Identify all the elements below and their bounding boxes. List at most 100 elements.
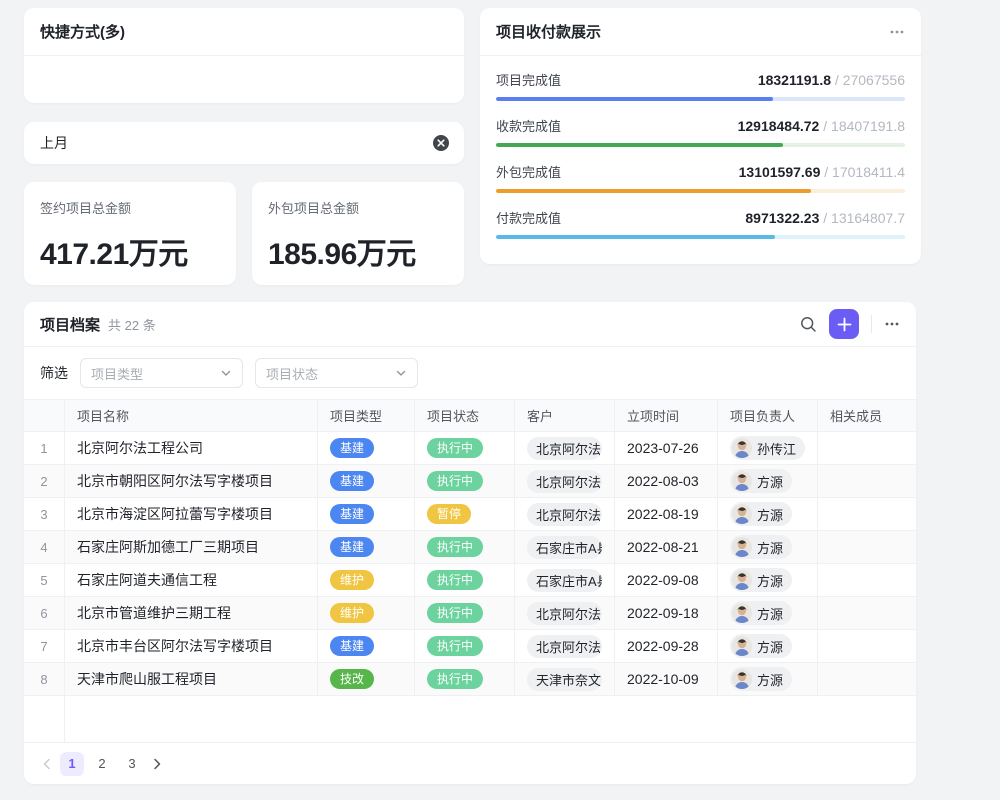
cell-project-status[interactable]: 执行中 <box>415 531 515 564</box>
cell-customer[interactable]: 天津市奈文摩 <box>515 663 615 696</box>
cell-project-status[interactable]: 执行中 <box>415 630 515 663</box>
chevron-left-icon[interactable] <box>40 757 54 771</box>
avatar <box>732 504 752 524</box>
ellipsis-icon[interactable] <box>884 316 900 332</box>
cell-project-name[interactable]: 北京市丰台区阿尔法写字楼项目 <box>65 630 318 663</box>
cell-project-type[interactable]: 技改 <box>318 663 415 696</box>
column-header-status[interactable]: 项目状态 <box>415 400 515 432</box>
cell-project-name[interactable]: 石家庄阿斯加德工厂三期项目 <box>65 531 318 564</box>
table-row[interactable]: 3 北京市海淀区阿拉蕾写字楼项目 基建 暂停 北京阿尔法工 2022-08-19… <box>24 498 916 531</box>
column-header-name[interactable]: 项目名称 <box>65 400 318 432</box>
add-record-button[interactable] <box>829 309 859 339</box>
cell-owner[interactable]: 方源 <box>718 630 818 663</box>
avatar <box>732 636 752 656</box>
table-row[interactable]: 7 北京市丰台区阿尔法写字楼项目 基建 执行中 北京阿尔法工 2022-09-2… <box>24 630 916 663</box>
cell-project-type[interactable]: 基建 <box>318 465 415 498</box>
type-badge: 维护 <box>330 603 374 623</box>
cell-date[interactable]: 2022-08-19 <box>615 498 718 531</box>
cell-project-type[interactable]: 维护 <box>318 597 415 630</box>
cell-date[interactable]: 2022-08-03 <box>615 465 718 498</box>
cell-owner[interactable]: 方源 <box>718 498 818 531</box>
table-row[interactable]: 2 北京市朝阳区阿尔法写字楼项目 基建 执行中 北京阿尔法工 2022-08-0… <box>24 465 916 498</box>
chevron-down-icon <box>395 367 407 379</box>
close-circle-icon[interactable] <box>432 134 450 152</box>
cell-project-name[interactable]: 北京市朝阳区阿尔法写字楼项目 <box>65 465 318 498</box>
cell-customer[interactable]: 北京阿尔法工 <box>515 498 615 531</box>
owner-pill: 方源 <box>730 634 792 658</box>
cell-project-status[interactable]: 执行中 <box>415 663 515 696</box>
ellipsis-icon[interactable] <box>889 24 905 40</box>
customer-pill: 石家庄市A县 <box>527 569 602 592</box>
cell-owner[interactable]: 方源 <box>718 597 818 630</box>
avatar <box>732 603 752 623</box>
cell-customer[interactable]: 石家庄市A县 <box>515 564 615 597</box>
cell-owner[interactable]: 方源 <box>718 465 818 498</box>
cell-date[interactable]: 2022-10-09 <box>615 663 718 696</box>
column-header-owner[interactable]: 项目负责人 <box>718 400 818 432</box>
cell-project-type[interactable]: 基建 <box>318 498 415 531</box>
cell-date[interactable]: 2022-09-28 <box>615 630 718 663</box>
cell-project-name[interactable]: 北京市海淀区阿拉蕾写字楼项目 <box>65 498 318 531</box>
cell-members[interactable] <box>818 630 916 663</box>
cell-owner[interactable]: 方源 <box>718 564 818 597</box>
cell-project-type[interactable]: 维护 <box>318 564 415 597</box>
row-index: 2 <box>24 465 65 498</box>
column-header-customer[interactable]: 客户 <box>515 400 615 432</box>
progress-label: 付款完成值 <box>496 208 561 227</box>
cell-project-type[interactable]: 基建 <box>318 531 415 564</box>
cell-customer[interactable]: 石家庄市A县 <box>515 531 615 564</box>
cell-customer[interactable]: 北京阿尔法工 <box>515 432 615 465</box>
cell-project-status[interactable]: 执行中 <box>415 564 515 597</box>
table-row[interactable]: 8 天津市爬山服工程项目 技改 执行中 天津市奈文摩 2022-10-09 方源 <box>24 663 916 696</box>
cell-owner[interactable]: 孙传江 <box>718 432 818 465</box>
progress-value: 13101597.69 <box>739 164 821 180</box>
cell-project-type[interactable]: 基建 <box>318 630 415 663</box>
table-row[interactable]: 6 北京市管道维护三期工程 维护 执行中 北京阿尔法工 2022-09-18 方… <box>24 597 916 630</box>
table-row[interactable]: 4 石家庄阿斯加德工厂三期项目 基建 执行中 石家庄市A县 2022-08-21… <box>24 531 916 564</box>
cell-project-status[interactable]: 执行中 <box>415 432 515 465</box>
cell-project-name[interactable]: 北京阿尔法工程公司 <box>65 432 318 465</box>
cell-members[interactable] <box>818 663 916 696</box>
cell-date[interactable]: 2023-07-26 <box>615 432 718 465</box>
project-status-select[interactable]: 项目状态 <box>255 358 418 388</box>
cell-members[interactable] <box>818 564 916 597</box>
column-header-members[interactable]: 相关成员 <box>818 400 916 432</box>
owner-name: 方源 <box>757 670 783 689</box>
date-filter-value[interactable]: 上月 <box>40 133 68 153</box>
chevron-right-icon[interactable] <box>150 757 164 771</box>
column-header-date[interactable]: 立项时间 <box>615 400 718 432</box>
cell-project-name[interactable]: 石家庄阿道夫通信工程 <box>65 564 318 597</box>
cell-members[interactable] <box>818 465 916 498</box>
cell-project-name[interactable]: 天津市爬山服工程项目 <box>65 663 318 696</box>
cell-members[interactable] <box>818 432 916 465</box>
cell-members[interactable] <box>818 597 916 630</box>
page-button-3[interactable]: 3 <box>120 752 144 776</box>
cell-date[interactable]: 2022-09-18 <box>615 597 718 630</box>
table-row[interactable]: 1 北京阿尔法工程公司 基建 执行中 北京阿尔法工 2023-07-26 孙传江 <box>24 432 916 465</box>
cell-project-type[interactable]: 基建 <box>318 432 415 465</box>
table-row[interactable]: 5 石家庄阿道夫通信工程 维护 执行中 石家庄市A县 2022-09-08 方源 <box>24 564 916 597</box>
cell-project-status[interactable]: 执行中 <box>415 465 515 498</box>
search-icon[interactable] <box>800 316 817 333</box>
progress-fill <box>496 143 783 147</box>
shortcuts-card-title: 快捷方式(多) <box>24 8 464 56</box>
cell-customer[interactable]: 北京阿尔法工 <box>515 630 615 663</box>
cell-project-status[interactable]: 执行中 <box>415 597 515 630</box>
page-button-1[interactable]: 1 <box>60 752 84 776</box>
cell-customer[interactable]: 北京阿尔法工 <box>515 597 615 630</box>
cell-date[interactable]: 2022-08-21 <box>615 531 718 564</box>
project-type-select[interactable]: 项目类型 <box>80 358 243 388</box>
select-placeholder: 项目类型 <box>91 364 143 383</box>
cell-date[interactable]: 2022-09-08 <box>615 564 718 597</box>
cell-members[interactable] <box>818 531 916 564</box>
cell-owner[interactable]: 方源 <box>718 663 818 696</box>
owner-name: 方源 <box>757 571 783 590</box>
cell-owner[interactable]: 方源 <box>718 531 818 564</box>
owner-pill: 方源 <box>730 502 792 526</box>
cell-customer[interactable]: 北京阿尔法工 <box>515 465 615 498</box>
page-button-2[interactable]: 2 <box>90 752 114 776</box>
cell-project-name[interactable]: 北京市管道维护三期工程 <box>65 597 318 630</box>
cell-project-status[interactable]: 暂停 <box>415 498 515 531</box>
cell-members[interactable] <box>818 498 916 531</box>
column-header-type[interactable]: 项目类型 <box>318 400 415 432</box>
